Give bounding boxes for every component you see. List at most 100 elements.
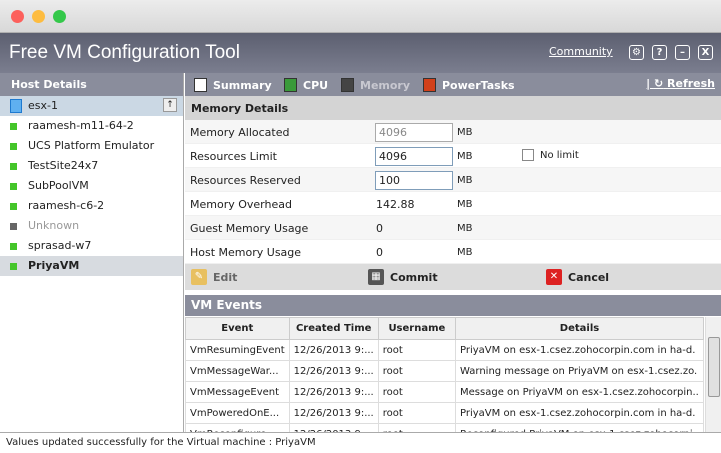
event-row[interactable]: VmPoweredOnE... 12/26/2013 9:... root Priya…: [185, 402, 704, 424]
refresh-icon: ↻: [653, 77, 664, 90]
memory-row: Resources Limit 4096 MB No limit: [185, 144, 721, 168]
event-row[interactable]: VmMessageEvent 12/26/2013 9:... root Messag…: [185, 381, 704, 403]
vm-item[interactable]: UCS Platform Emulator: [0, 136, 183, 156]
memory-label: Memory Overhead: [190, 198, 292, 211]
column-header[interactable]: Username: [377, 317, 457, 340]
event-row[interactable]: VmResumingEvent 12/26/2013 9:... root Priya…: [185, 339, 704, 361]
memory-unit: MB: [457, 175, 473, 186]
memory-row: Resources Reserved 100 MB: [185, 168, 721, 192]
memory-input: 4096: [375, 123, 453, 142]
vm-item[interactable]: SubPoolVM: [0, 176, 183, 196]
cancel-icon: ✕: [546, 269, 562, 285]
vm-name: SubPoolVM: [28, 179, 89, 192]
memory-label: Memory Allocated: [190, 126, 290, 139]
column-header[interactable]: Event: [185, 317, 290, 340]
power-icon: [423, 78, 436, 92]
event-cell: Reconfigured PriyaVM on esx-1.csez.zohoc…: [455, 423, 704, 432]
tab-label: CPU: [303, 78, 329, 92]
vm-name: UCS Platform Emulator: [28, 139, 155, 152]
vm-name: Unknown: [28, 219, 80, 232]
community-link[interactable]: Community: [549, 45, 613, 58]
no-limit-label: No limit: [540, 150, 579, 161]
settings-button[interactable]: ⚙: [629, 45, 644, 60]
vm-item[interactable]: Unknown: [0, 216, 183, 236]
event-row[interactable]: VmReconfigure...12/26/2013 9:...rootReco…: [185, 423, 704, 432]
scrollbar-thumb[interactable]: [708, 337, 720, 397]
no-limit-checkbox[interactable]: [522, 149, 534, 161]
tab-label: PowerTasks: [442, 78, 515, 92]
app-title: Free VM Configuration Tool: [9, 42, 240, 63]
refresh-label: Refresh: [667, 77, 715, 90]
vm-item[interactable]: raamesh-m11-64-2: [0, 116, 183, 136]
vm-item[interactable]: raamesh-c6-2: [0, 196, 183, 216]
events-scrollbar[interactable]: [705, 317, 721, 432]
memory-unit: MB: [457, 151, 473, 162]
edit-button[interactable]: ✎ Edit: [191, 269, 237, 285]
memory-label: Resources Reserved: [190, 174, 301, 187]
memory-unit: MB: [457, 223, 473, 234]
memory-input[interactable]: 100: [375, 171, 453, 190]
event-cell: root: [377, 402, 457, 424]
close-button[interactable]: X: [698, 45, 713, 60]
event-cell: 12/26/2013 9:...: [288, 339, 379, 361]
host-item[interactable]: esx-1 ↑: [0, 96, 183, 116]
event-row[interactable]: VmMessageWar... 12/26/2013 9:... root Warni…: [185, 360, 704, 382]
event-cell: PriyaVM on esx-1.csez.zohocorpin.com in …: [455, 339, 704, 361]
vm-item[interactable]: TestSite24x7: [0, 156, 183, 176]
memory-unit: MB: [457, 127, 473, 138]
commit-button[interactable]: ▦ Commit: [368, 269, 438, 285]
memory-row: Host Memory Usage 0 MB: [185, 240, 721, 264]
cancel-button[interactable]: ✕ Cancel: [546, 269, 609, 285]
memory-row: Memory Overhead 142.88 MB: [185, 192, 721, 216]
vm-name: sprasad-w7: [28, 239, 92, 252]
vm-item[interactable]: sprasad-w7: [0, 236, 183, 256]
memory-label: Host Memory Usage: [190, 246, 302, 259]
memory-input[interactable]: 4096: [375, 147, 453, 166]
vm-name: raamesh-c6-2: [28, 199, 105, 212]
event-cell: Warning message on PriyaVM on esx-1.csez…: [455, 360, 704, 382]
memory-label: Guest Memory Usage: [190, 222, 309, 235]
refresh-link[interactable]: | ↻ Refresh: [646, 77, 715, 90]
tab-memory[interactable]: Memory: [341, 78, 410, 92]
memory-value: 142.88: [376, 198, 415, 211]
zoom-window-button[interactable]: [53, 10, 66, 23]
edit-icon: ✎: [191, 269, 207, 285]
nav-tabs: Summary CPU Memory PowerTasks | ↻ Refres…: [185, 73, 721, 96]
vm-status-icon: [10, 263, 17, 270]
help-button[interactable]: ?: [652, 45, 667, 60]
vm-item[interactable]: PriyaVM: [0, 256, 183, 276]
event-cell: Message on PriyaVM on esx-1.csez.zohocor…: [455, 381, 704, 403]
cancel-label: Cancel: [568, 270, 610, 284]
tab-cpu[interactable]: CPU: [284, 78, 328, 92]
action-toolbar: ✎ Edit ▦ Commit ✕ Cancel: [185, 264, 721, 290]
close-window-button[interactable]: [11, 10, 24, 23]
event-cell: 12/26/2013 9:...: [288, 381, 379, 403]
column-header[interactable]: Details: [455, 317, 704, 340]
minimize-window-button[interactable]: [32, 10, 45, 23]
edit-label: Edit: [213, 270, 238, 284]
event-cell: root: [377, 423, 457, 432]
memory-unit: MB: [457, 199, 473, 210]
status-bar: Values updated successfully for the Virt…: [0, 432, 721, 453]
tab-label: Summary: [213, 78, 272, 92]
event-cell: 12/26/2013 9:...: [288, 360, 379, 382]
event-cell: VmMessageWar...: [185, 360, 290, 382]
tab-label: Memory: [360, 78, 411, 92]
vm-name: TestSite24x7: [28, 159, 99, 172]
vm-name: raamesh-m11-64-2: [28, 119, 134, 132]
column-header[interactable]: Created Time: [288, 317, 379, 340]
event-cell: 12/26/2013 9:...: [288, 423, 379, 432]
memory-label: Resources Limit: [190, 150, 277, 163]
tab-summary[interactable]: Summary: [194, 78, 272, 92]
vm-status-icon: [10, 123, 17, 130]
events-table: Event Created Time Username Details VmResumi…: [185, 317, 704, 432]
collapse-up-icon[interactable]: ↑: [163, 98, 177, 112]
event-cell: 12/26/2013 9:...: [288, 402, 379, 424]
minimize-button[interactable]: –: [675, 45, 690, 60]
memory-unit: MB: [457, 247, 473, 258]
vm-status-icon: [10, 243, 17, 250]
memory-icon: [341, 78, 354, 92]
tab-powertasks[interactable]: PowerTasks: [423, 78, 515, 92]
cpu-icon: [284, 78, 297, 92]
host-sidebar: Host Details esx-1 ↑ raamesh-m11-64-2 UCS…: [0, 73, 184, 432]
